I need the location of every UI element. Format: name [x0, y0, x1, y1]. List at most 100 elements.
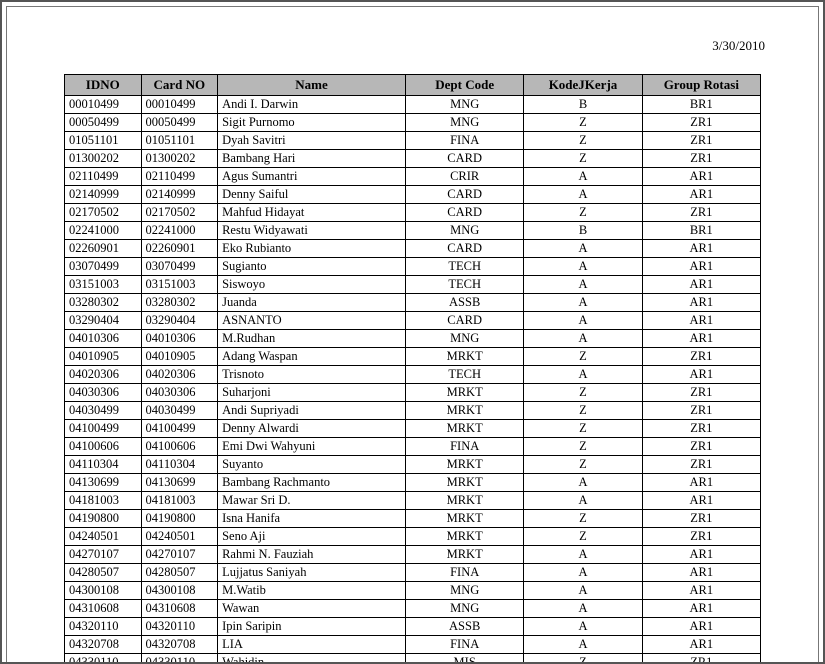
cell-kode-jkerja: Z	[524, 149, 642, 167]
cell-kode-jkerja: B	[524, 95, 642, 113]
cell-name: Rahmi N. Fauziah	[218, 545, 406, 563]
report-date: 3/30/2010	[712, 38, 765, 54]
cell-dept-code: FINA	[406, 563, 524, 581]
report-page: 3/30/2010 IDNO Card NO Name Dept Code Ko…	[0, 0, 825, 664]
cell-dept-code: CRIR	[406, 167, 524, 185]
cell-group-rotasi: AR1	[642, 167, 760, 185]
cell-group-rotasi: AR1	[642, 635, 760, 653]
cell-name: Juanda	[218, 293, 406, 311]
table-row: 0211049902110499Agus SumantriCRIRAAR1	[65, 167, 761, 185]
cell-name: Trisnoto	[218, 365, 406, 383]
cell-idno: 04030499	[65, 401, 142, 419]
table-row: 0315100303151003SiswoyoTECHAAR1	[65, 275, 761, 293]
cell-idno: 04190800	[65, 509, 142, 527]
table-row: 0217050202170502Mahfud HidayatCARDZZR1	[65, 203, 761, 221]
cell-dept-code: MRKT	[406, 491, 524, 509]
cell-card-no: 02140999	[141, 185, 218, 203]
cell-kode-jkerja: A	[524, 167, 642, 185]
cell-kode-jkerja: Z	[524, 509, 642, 527]
cell-card-no: 04110304	[141, 455, 218, 473]
cell-group-rotasi: AR1	[642, 329, 760, 347]
cell-kode-jkerja: A	[524, 491, 642, 509]
cell-card-no: 03280302	[141, 293, 218, 311]
cell-group-rotasi: AR1	[642, 239, 760, 257]
cell-card-no: 02170502	[141, 203, 218, 221]
cell-name: Ipin Saripin	[218, 617, 406, 635]
cell-name: Agus Sumantri	[218, 167, 406, 185]
table-row: 0430010804300108M.WatibMNGAAR1	[65, 581, 761, 599]
cell-name: Eko Rubianto	[218, 239, 406, 257]
cell-name: Sigit Purnomo	[218, 113, 406, 131]
cell-group-rotasi: ZR1	[642, 437, 760, 455]
table-row: 0432070804320708LIAFINAAAR1	[65, 635, 761, 653]
cell-name: M.Rudhan	[218, 329, 406, 347]
col-header-group-rotasi: Group Rotasi	[642, 75, 760, 96]
cell-idno: 04020306	[65, 365, 142, 383]
cell-idno: 04130699	[65, 473, 142, 491]
cell-kode-jkerja: A	[524, 275, 642, 293]
table-header-row: IDNO Card NO Name Dept Code KodeJKerja G…	[65, 75, 761, 96]
table-row: 0433011004330110WahidinMISZZR1	[65, 653, 761, 662]
cell-idno: 04330110	[65, 653, 142, 662]
cell-kode-jkerja: Z	[524, 437, 642, 455]
cell-dept-code: MRKT	[406, 401, 524, 419]
cell-group-rotasi: AR1	[642, 599, 760, 617]
cell-idno: 04110304	[65, 455, 142, 473]
cell-group-rotasi: AR1	[642, 545, 760, 563]
cell-idno: 04010306	[65, 329, 142, 347]
cell-idno: 04310608	[65, 599, 142, 617]
cell-dept-code: MNG	[406, 95, 524, 113]
table-row: 0424050104240501Seno AjiMRKTZZR1	[65, 527, 761, 545]
cell-dept-code: MNG	[406, 329, 524, 347]
col-header-name: Name	[218, 75, 406, 96]
cell-card-no: 04010306	[141, 329, 218, 347]
cell-dept-code: MIS	[406, 653, 524, 662]
cell-kode-jkerja: A	[524, 257, 642, 275]
cell-idno: 01051101	[65, 131, 142, 149]
table-row: 0410049904100499Denny AlwardiMRKTZZR1	[65, 419, 761, 437]
table-row: 0214099902140999Denny SaifulCARDAAR1	[65, 185, 761, 203]
cell-kode-jkerja: Z	[524, 419, 642, 437]
cell-card-no: 01300202	[141, 149, 218, 167]
cell-card-no: 02110499	[141, 167, 218, 185]
cell-card-no: 04020306	[141, 365, 218, 383]
cell-name: ASNANTO	[218, 311, 406, 329]
table-row: 0005049900050499Sigit PurnomoMNGZZR1	[65, 113, 761, 131]
table-row: 0001049900010499Andi I. DarwinMNGBBR1	[65, 95, 761, 113]
cell-group-rotasi: ZR1	[642, 455, 760, 473]
cell-dept-code: CARD	[406, 203, 524, 221]
cell-name: Lujjatus Saniyah	[218, 563, 406, 581]
cell-card-no: 04300108	[141, 581, 218, 599]
cell-name: Isna Hanifa	[218, 509, 406, 527]
cell-idno: 04300108	[65, 581, 142, 599]
cell-group-rotasi: ZR1	[642, 527, 760, 545]
cell-card-no: 04190800	[141, 509, 218, 527]
table-row: 0226090102260901Eko RubiantoCARDAAR1	[65, 239, 761, 257]
cell-dept-code: MRKT	[406, 347, 524, 365]
table-row: 0403049904030499Andi SupriyadiMRKTZZR1	[65, 401, 761, 419]
cell-dept-code: MRKT	[406, 473, 524, 491]
table-row: 0411030404110304SuyantoMRKTZZR1	[65, 455, 761, 473]
table-row: 0403030604030306SuharjoniMRKTZZR1	[65, 383, 761, 401]
cell-name: Bambang Rachmanto	[218, 473, 406, 491]
cell-idno: 02260901	[65, 239, 142, 257]
cell-group-rotasi: AR1	[642, 185, 760, 203]
cell-idno: 01300202	[65, 149, 142, 167]
cell-card-no: 00010499	[141, 95, 218, 113]
cell-name: Andi Supriyadi	[218, 401, 406, 419]
table-row: 0427010704270107Rahmi N. FauziahMRKTAAR1	[65, 545, 761, 563]
cell-dept-code: MRKT	[406, 545, 524, 563]
cell-name: Mahfud Hidayat	[218, 203, 406, 221]
cell-group-rotasi: AR1	[642, 581, 760, 599]
cell-card-no: 04330110	[141, 653, 218, 662]
cell-dept-code: MRKT	[406, 527, 524, 545]
cell-dept-code: TECH	[406, 365, 524, 383]
cell-idno: 02110499	[65, 167, 142, 185]
cell-card-no: 04030306	[141, 383, 218, 401]
cell-idno: 04030306	[65, 383, 142, 401]
cell-idno: 04010905	[65, 347, 142, 365]
col-header-card-no: Card NO	[141, 75, 218, 96]
cell-idno: 04320708	[65, 635, 142, 653]
cell-card-no: 00050499	[141, 113, 218, 131]
cell-group-rotasi: AR1	[642, 365, 760, 383]
